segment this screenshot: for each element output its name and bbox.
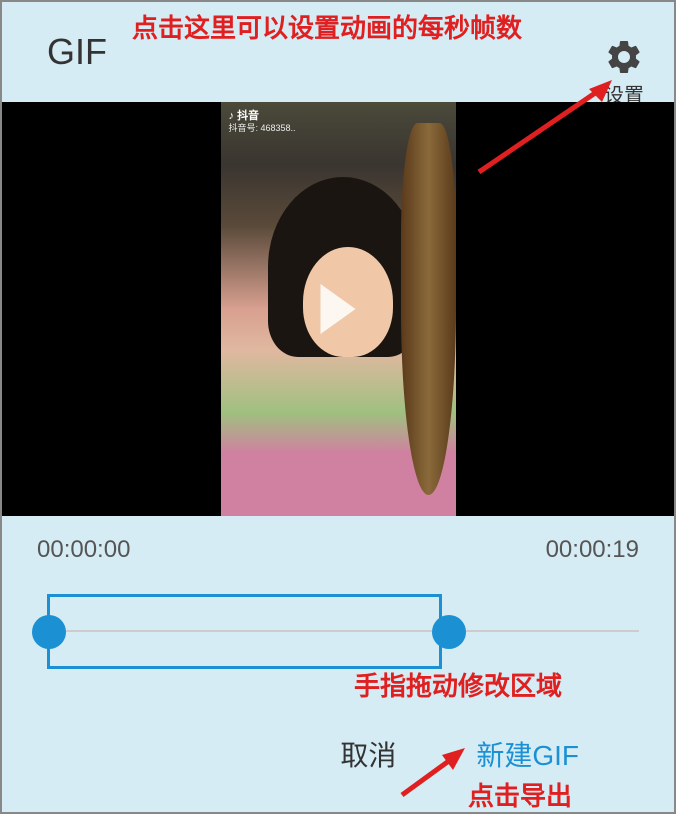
slider-selection-box[interactable] <box>47 594 442 669</box>
slider-handle-start[interactable] <box>32 615 66 649</box>
time-display: 00:00:00 00:00:19 <box>32 536 644 564</box>
slider-handle-end[interactable] <box>432 615 466 649</box>
create-gif-button[interactable]: 新建GIF <box>476 734 579 774</box>
video-preview[interactable]: ♪ 抖音 抖音号: 468358.. <box>2 102 674 516</box>
play-icon[interactable] <box>321 284 356 334</box>
video-content: ♪ 抖音 抖音号: 468358.. <box>221 102 456 516</box>
video-decoration <box>401 123 456 496</box>
button-row: 取消 新建GIF <box>32 734 644 774</box>
watermark-id: 抖音号: 468358.. <box>229 123 296 134</box>
header: GIF 设置 <box>2 2 674 102</box>
controls-area: 00:00:00 00:00:19 取消 新建GIF <box>2 516 674 804</box>
app-title: GIF <box>47 31 107 73</box>
video-watermark: ♪ 抖音 抖音号: 468358.. <box>229 110 296 134</box>
cancel-button[interactable]: 取消 <box>340 734 396 774</box>
settings-button[interactable]: 设置 <box>604 37 644 108</box>
app-container: GIF 设置 ♪ 抖音 抖音号: 468358.. 00:00:00 00:00… <box>0 0 676 814</box>
end-time: 00:00:19 <box>546 536 639 564</box>
start-time: 00:00:00 <box>37 536 130 564</box>
range-slider[interactable] <box>37 589 639 679</box>
watermark-logo: ♪ 抖音 <box>229 110 296 123</box>
gear-icon <box>604 37 644 77</box>
